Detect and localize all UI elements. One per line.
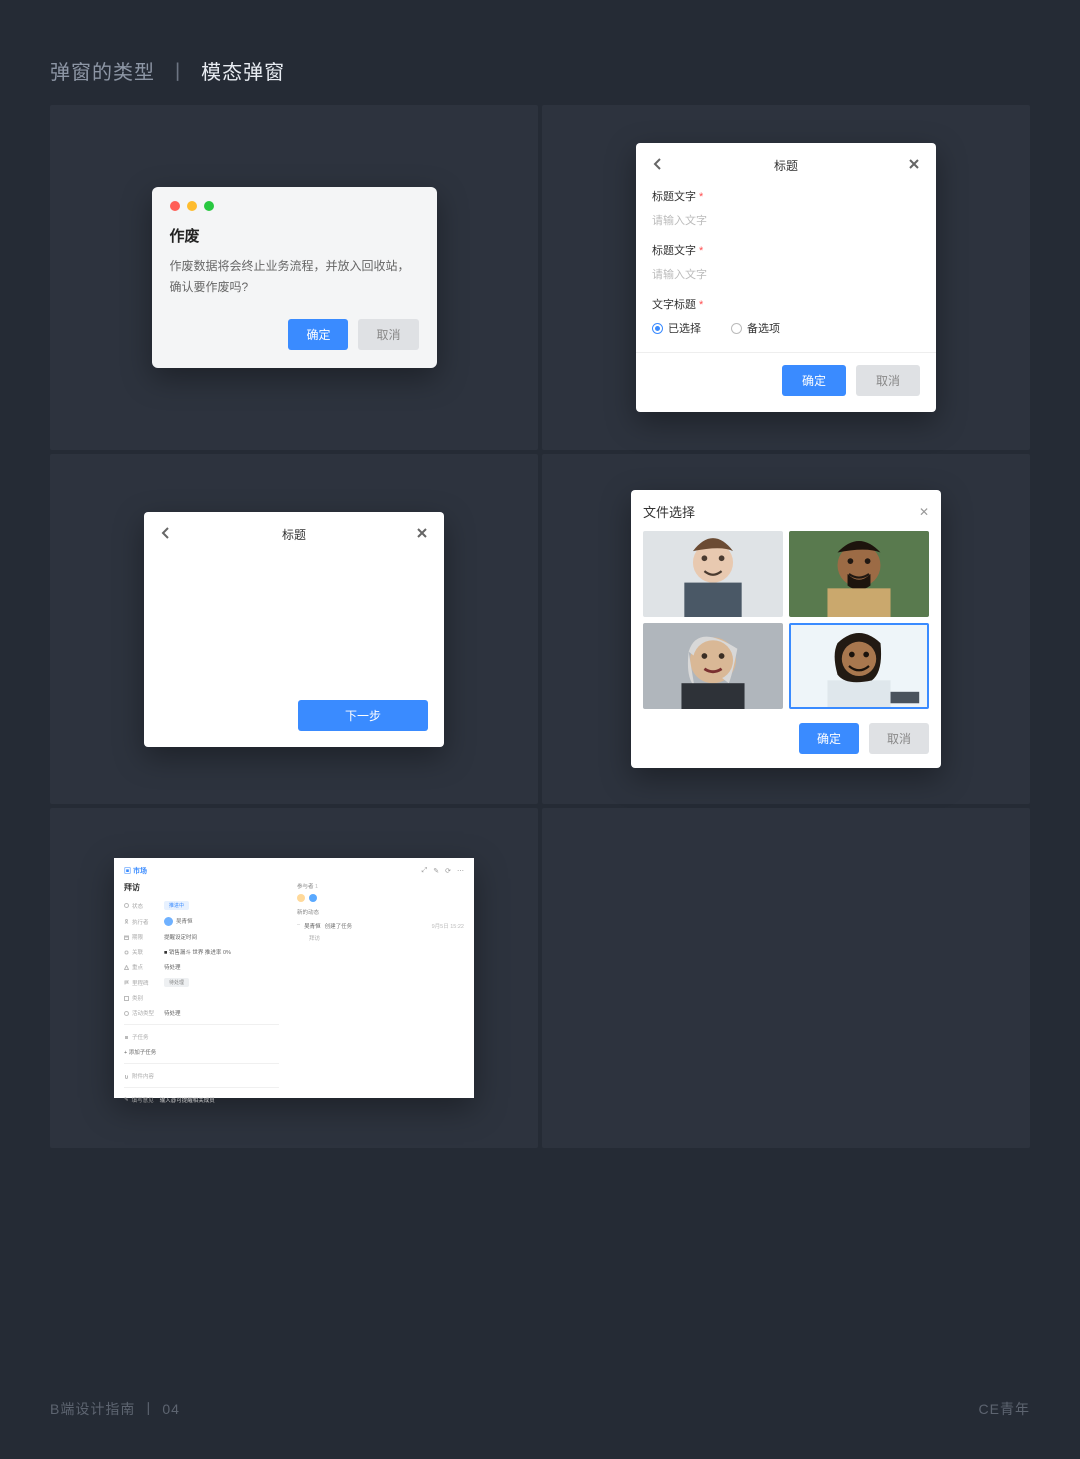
file-ok-button[interactable]: 确定 bbox=[799, 723, 859, 754]
confirm-cancel-button[interactable]: 取消 bbox=[358, 319, 418, 350]
back-icon[interactable] bbox=[160, 526, 172, 544]
subcat-value[interactable]: 待处理 bbox=[164, 1009, 181, 1017]
traffic-yellow-icon[interactable] bbox=[187, 201, 197, 211]
field2-label: 标题文字* bbox=[652, 245, 703, 257]
field2-input[interactable]: 请输入文字 bbox=[652, 266, 920, 282]
file-thumb-2[interactable] bbox=[789, 531, 929, 617]
timeline-subitem: 拜访 bbox=[297, 934, 464, 942]
form-modal-title: 标题 bbox=[774, 157, 798, 174]
relate-value[interactable]: ■ 销售漏斗 世界 推进率 0% bbox=[164, 948, 231, 956]
form-ok-button[interactable]: 确定 bbox=[782, 365, 846, 396]
file-picker-title: 文件选择 bbox=[643, 502, 695, 521]
write-comment-link[interactable]: ✎ 填写意见 bbox=[124, 1096, 154, 1104]
field1-label: 标题文字* bbox=[652, 191, 703, 203]
file-cancel-button[interactable]: 取消 bbox=[869, 723, 929, 754]
example-cell-2: 标题 标题文字* 请输入文字 标题文字* 请输入文字 文字标题* 已选择 备选项 bbox=[542, 105, 1030, 450]
toolbar-icons: ⤢ ✎ ⟳ ⋯ bbox=[422, 867, 464, 875]
detail-drawer: ▣ 市场 ⤢ ✎ ⟳ ⋯ 拜访 状态推进中 执行者吴青恒 期限提醒设定时间 关联… bbox=[114, 858, 474, 1098]
priority-value[interactable]: 待处理 bbox=[164, 963, 181, 971]
example-cell-1: 作废 作废数据将会终止业务流程，并放入回收站，确认要作废吗? 确定 取消 bbox=[50, 105, 538, 450]
title-separator: 丨 bbox=[168, 62, 189, 84]
timeline-item: – 吴青恒 创建了任务 9月5日 15:22 bbox=[297, 922, 464, 930]
date-value[interactable]: 提醒设定时间 bbox=[164, 933, 197, 941]
owner-value[interactable]: 吴青恒 bbox=[164, 917, 193, 926]
form-modal: 标题 标题文字* 请输入文字 标题文字* 请输入文字 文字标题* 已选择 备选项 bbox=[636, 143, 936, 412]
traffic-red-icon[interactable] bbox=[170, 201, 180, 211]
recent-header: 新的动态 bbox=[297, 908, 464, 916]
tool-icon[interactable]: ✎ bbox=[433, 867, 439, 875]
field1-input[interactable]: 请输入文字 bbox=[652, 212, 920, 228]
file-thumb-grid bbox=[643, 531, 929, 709]
back-icon[interactable] bbox=[652, 158, 664, 173]
confirm-ok-button[interactable]: 确定 bbox=[288, 319, 348, 350]
footer-right: CE青年 bbox=[979, 1399, 1030, 1419]
confirm-title: 作废 bbox=[170, 225, 419, 246]
field3-label: 文字标题* bbox=[652, 299, 703, 311]
example-cell-6 bbox=[542, 808, 1030, 1148]
title-strong: 模态弹窗 bbox=[201, 62, 285, 84]
tool-icon[interactable]: ⟳ bbox=[445, 867, 451, 875]
radio-selected[interactable]: 已选择 bbox=[652, 320, 701, 336]
form-cancel-button[interactable]: 取消 bbox=[856, 365, 920, 396]
file-thumb-4[interactable] bbox=[789, 623, 929, 709]
add-subtask-link[interactable]: + 添加子任务 bbox=[124, 1048, 156, 1056]
next-step-button[interactable]: 下一步 bbox=[298, 700, 428, 731]
comment-placeholder[interactable]: 输入@可提醒相关成员 bbox=[160, 1096, 215, 1104]
confirm-dialog: 作废 作废数据将会终止业务流程，并放入回收站，确认要作废吗? 确定 取消 bbox=[152, 187, 437, 368]
traffic-green-icon[interactable] bbox=[204, 201, 214, 211]
example-cell-4: 文件选择 ✕ bbox=[542, 454, 1030, 804]
step-modal: 标题 下一步 bbox=[144, 512, 444, 747]
file-thumb-3[interactable] bbox=[643, 623, 783, 709]
close-icon[interactable] bbox=[908, 158, 920, 173]
step-modal-body bbox=[160, 558, 428, 700]
close-icon[interactable]: ✕ bbox=[919, 505, 929, 519]
radio-other[interactable]: 备选项 bbox=[731, 320, 780, 336]
title-prefix: 弹窗的类型 bbox=[50, 62, 155, 84]
file-thumb-1[interactable] bbox=[643, 531, 783, 617]
participant-avatars[interactable] bbox=[297, 894, 464, 902]
app-brand[interactable]: ▣ 市场 bbox=[124, 866, 147, 876]
milestone-tag[interactable]: 待处理 bbox=[164, 978, 189, 987]
page-title: 弹窗的类型 丨 模态弹窗 bbox=[50, 56, 285, 85]
tool-icon[interactable]: ⤢ bbox=[422, 867, 428, 875]
mac-traffic-lights bbox=[170, 201, 419, 211]
example-cell-5: ▣ 市场 ⤢ ✎ ⟳ ⋯ 拜访 状态推进中 执行者吴青恒 期限提醒设定时间 关联… bbox=[50, 808, 538, 1148]
tool-icon[interactable]: ⋯ bbox=[457, 867, 464, 875]
form-field-1: 标题文字* 请输入文字 bbox=[652, 188, 920, 228]
file-picker-modal: 文件选择 ✕ bbox=[631, 490, 941, 768]
step-modal-title: 标题 bbox=[282, 526, 306, 543]
footer-left: B端设计指南丨04 bbox=[50, 1399, 180, 1419]
divider bbox=[636, 352, 936, 353]
form-field-3: 文字标题* 已选择 备选项 bbox=[652, 296, 920, 336]
form-field-2: 标题文字* 请输入文字 bbox=[652, 242, 920, 282]
detail-heading: 拜访 bbox=[124, 882, 279, 893]
example-cell-3: 标题 下一步 bbox=[50, 454, 538, 804]
close-icon[interactable] bbox=[416, 526, 428, 544]
example-grid: 作废 作废数据将会终止业务流程，并放入回收站，确认要作废吗? 确定 取消 标题 … bbox=[50, 105, 1030, 1148]
status-tag[interactable]: 推进中 bbox=[164, 901, 189, 910]
confirm-body: 作废数据将会终止业务流程，并放入回收站，确认要作废吗? bbox=[170, 256, 419, 297]
